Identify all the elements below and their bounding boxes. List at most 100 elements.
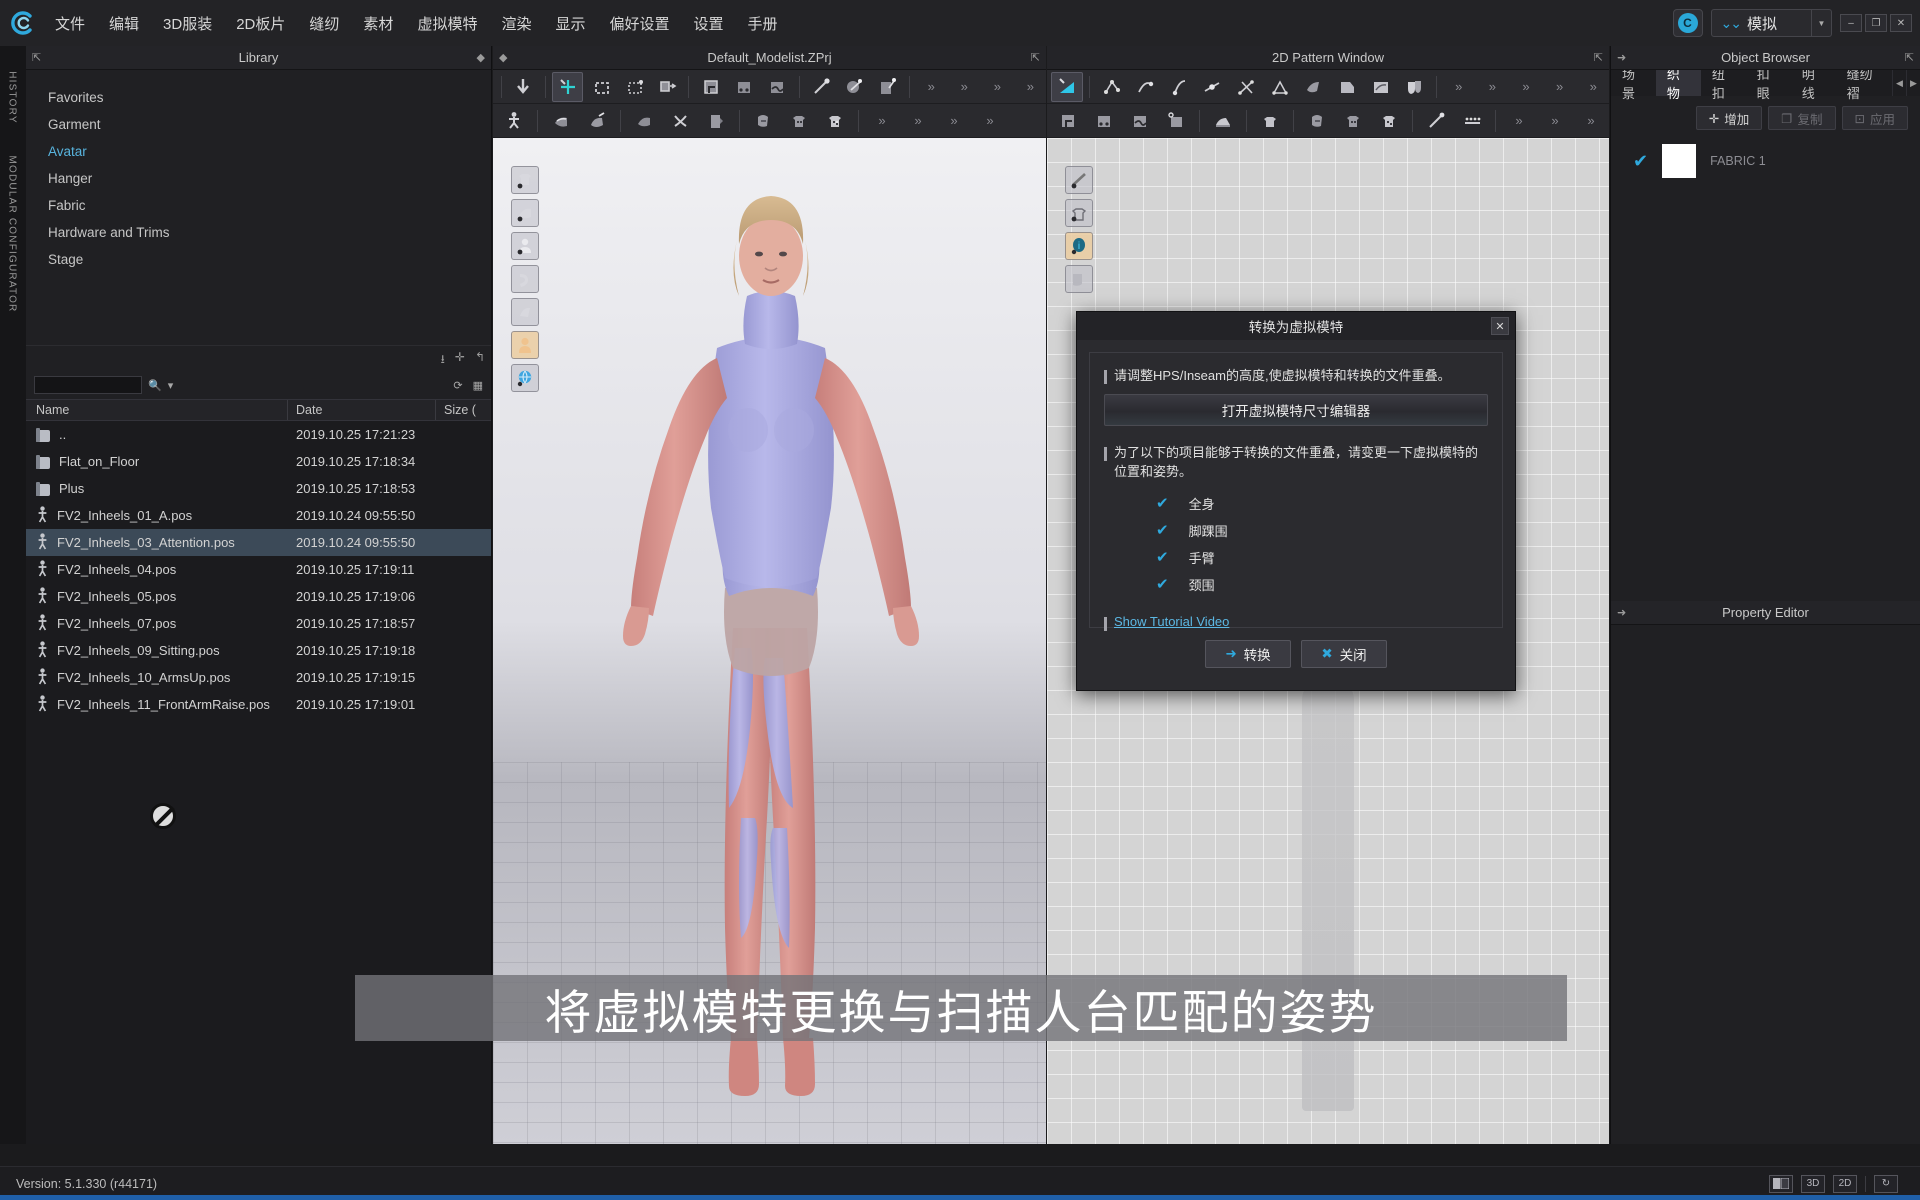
check-icon[interactable]: ✔ xyxy=(1633,151,1648,172)
menu-item-edit[interactable]: 编辑 xyxy=(98,8,150,39)
print-texture-icon[interactable] xyxy=(782,106,816,136)
more-tools-icon[interactable]: » xyxy=(949,72,980,102)
menu-item-display[interactable]: 显示 xyxy=(544,8,596,39)
library-category-garment[interactable]: Garment xyxy=(48,111,491,138)
show-garment-icon[interactable] xyxy=(511,166,539,194)
show-texture-icon[interactable] xyxy=(1065,265,1093,293)
pin-icon[interactable] xyxy=(805,72,836,102)
segment-point-icon[interactable] xyxy=(1197,72,1229,102)
more-tools-icon[interactable]: » xyxy=(916,72,947,102)
library-category-hanger[interactable]: Hanger xyxy=(48,165,491,192)
pleat-fold-icon[interactable] xyxy=(1297,72,1329,102)
texture-paint-icon[interactable] xyxy=(746,106,780,136)
menu-item-sewing[interactable]: 缝纫 xyxy=(298,8,350,39)
open-avatar-size-editor-button[interactable]: 打开虚拟模特尺寸编辑器 xyxy=(1104,393,1488,426)
table-row[interactable]: FV2_Inheels_11_FrontArmRaise.pos 2019.10.… xyxy=(26,691,491,718)
menu-item-render[interactable]: 渲染 xyxy=(490,8,542,39)
layer-badge-icon[interactable] xyxy=(1398,72,1430,102)
checklist-item-fullbody[interactable]: ✔ 全身 xyxy=(1156,490,1488,517)
print-texture-icon[interactable] xyxy=(1336,106,1370,136)
copy-button[interactable]: ❐ 复制 xyxy=(1768,106,1836,130)
checklist-item-arm[interactable]: ✔ 手臂 xyxy=(1156,544,1488,571)
seam-line-icon[interactable] xyxy=(728,72,759,102)
texture-paint-icon[interactable] xyxy=(1300,106,1334,136)
view-3d-button[interactable]: 3D xyxy=(1801,1174,1825,1193)
sew-check-icon[interactable] xyxy=(1159,106,1193,136)
more-tools-icon[interactable]: » xyxy=(1443,72,1475,102)
fold-angle-icon[interactable] xyxy=(872,72,903,102)
close-dialog-button[interactable]: ✖ 关闭 xyxy=(1301,640,1387,668)
reset-view-button[interactable]: ↻ xyxy=(1874,1174,1898,1193)
free-select-icon[interactable] xyxy=(618,72,649,102)
split-line-icon[interactable] xyxy=(1163,72,1195,102)
curve-seam-icon[interactable] xyxy=(761,72,792,102)
close-icon[interactable]: ✕ xyxy=(1491,317,1509,335)
pin-pattern-icon[interactable] xyxy=(695,72,726,102)
more-tools-icon[interactable]: » xyxy=(1577,72,1609,102)
menu-item-manual[interactable]: 手册 xyxy=(737,8,789,39)
sew-curve-icon[interactable] xyxy=(1123,106,1157,136)
checklist-item-ankle[interactable]: ✔ 脚踝围 xyxy=(1156,517,1488,544)
menu-item-preferences[interactable]: 偏好设置 xyxy=(598,8,680,39)
grid-view-icon[interactable]: ▦ xyxy=(473,379,483,392)
download-icon[interactable]: ⭳ xyxy=(441,350,445,371)
rail-tab-modular-configurator[interactable]: MODULAR CONFIGURATOR xyxy=(7,156,18,313)
checker-texture-icon[interactable] xyxy=(1372,106,1406,136)
table-row[interactable]: FV2_Inheels_10_ArmsUp.pos 2019.10.25 17:1… xyxy=(26,664,491,691)
avatar-skin-icon[interactable] xyxy=(511,331,539,359)
show-info-icon[interactable]: i xyxy=(1065,232,1093,260)
show-pattern-outline-icon[interactable] xyxy=(1065,199,1093,227)
add-button[interactable]: ✛ 增加 xyxy=(1695,106,1763,130)
more-tools-icon[interactable]: » xyxy=(1538,106,1572,136)
tab-topstitch[interactable]: 明线 xyxy=(1791,67,1836,101)
more-tools-icon[interactable]: » xyxy=(1477,72,1509,102)
sew-free-icon[interactable] xyxy=(1087,106,1121,136)
pin-icon[interactable] xyxy=(1419,106,1453,136)
cloud-button[interactable]: C xyxy=(1672,9,1703,37)
minimize-button[interactable]: – xyxy=(1840,14,1862,32)
table-row[interactable]: FV2_Inheels_03_Attention.pos 2019.10.24 0… xyxy=(26,529,491,556)
tab-sewing-pleat[interactable]: 缝纫褶 xyxy=(1836,67,1892,101)
layer-icon[interactable] xyxy=(699,106,733,136)
tab-button[interactable]: 纽扣 xyxy=(1701,67,1746,101)
avatar-walk-icon[interactable] xyxy=(497,106,531,136)
library-category-favorites[interactable]: Favorites xyxy=(48,84,491,111)
more-tools-icon[interactable]: » xyxy=(982,72,1013,102)
add-point-icon[interactable] xyxy=(1129,72,1161,102)
zipper-icon[interactable] xyxy=(580,106,614,136)
maximize-button[interactable]: ❐ xyxy=(1865,14,1887,32)
chevron-down-icon[interactable]: ▼ xyxy=(1811,10,1831,36)
transform-select-icon[interactable] xyxy=(508,72,539,102)
pattern-shape-icon[interactable] xyxy=(1331,72,1363,102)
pin-icon[interactable]: ➜ xyxy=(1617,606,1626,619)
elastic-line-icon[interactable] xyxy=(1455,106,1489,136)
more-tools-icon[interactable]: » xyxy=(937,106,971,136)
table-row[interactable]: FV2_Inheels_05.pos 2019.10.25 17:19:06 xyxy=(26,583,491,610)
show-stage-icon[interactable] xyxy=(511,265,539,293)
tab-fabric[interactable]: 织物 xyxy=(1655,67,1701,101)
search-input[interactable] xyxy=(34,376,142,394)
sew-segment-icon[interactable] xyxy=(1051,106,1085,136)
show-baseline-icon[interactable] xyxy=(1065,166,1093,194)
pin-icon[interactable]: ◆ xyxy=(499,51,507,64)
column-header-size[interactable]: Size ( xyxy=(436,400,491,420)
chevron-down-icon[interactable]: ▾ xyxy=(168,379,174,392)
table-row[interactable]: Flat_on_Floor 2019.10.25 17:18:34 xyxy=(26,448,491,475)
menu-item-2d-pattern[interactable]: 2D板片 xyxy=(225,8,296,39)
more-tools-icon[interactable]: » xyxy=(1510,72,1542,102)
edit-pattern-icon[interactable] xyxy=(1051,71,1083,102)
checklist-item-neck[interactable]: ✔ 颈围 xyxy=(1156,571,1488,598)
menu-item-settings[interactable]: 设置 xyxy=(683,8,735,39)
search-icon[interactable]: 🔍 xyxy=(148,379,162,392)
table-row[interactable]: FV2_Inheels_07.pos 2019.10.25 17:18:57 xyxy=(26,610,491,637)
angle-measure-icon[interactable] xyxy=(1264,72,1296,102)
tutorial-video-link[interactable]: Show Tutorial Video xyxy=(1114,614,1229,631)
add-icon[interactable]: ✛ xyxy=(455,350,465,371)
iron-icon[interactable] xyxy=(1206,106,1240,136)
table-row[interactable]: .. 2019.10.25 17:21:23 xyxy=(26,421,491,448)
more-tools-icon[interactable]: » xyxy=(973,106,1007,136)
menu-item-avatar[interactable]: 虚拟模特 xyxy=(406,8,488,39)
pattern-surface-icon[interactable] xyxy=(544,106,578,136)
flatten-icon[interactable] xyxy=(627,106,661,136)
fold-arrange-icon[interactable] xyxy=(651,72,682,102)
